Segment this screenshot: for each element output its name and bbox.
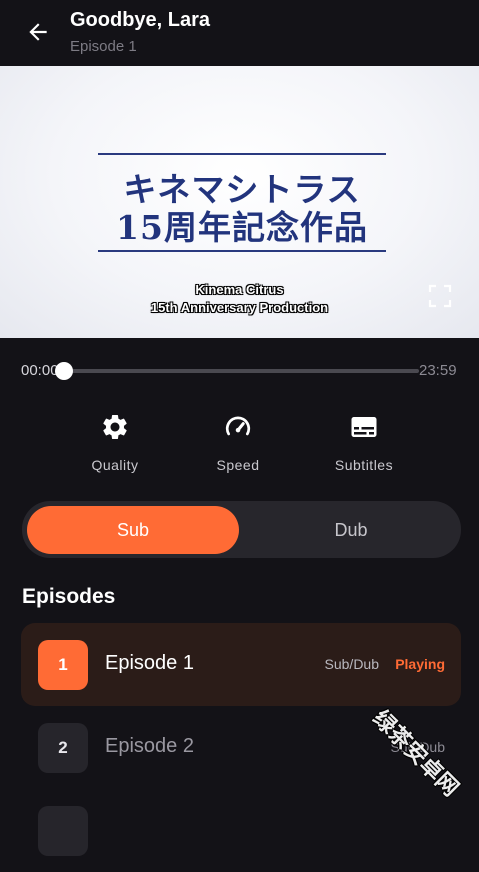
seek-bar[interactable] <box>62 369 419 373</box>
sub-option[interactable]: Sub <box>27 506 239 554</box>
dub-option[interactable]: Dub <box>245 506 457 554</box>
fullscreen-icon <box>428 284 452 308</box>
gear-icon <box>65 410 165 444</box>
speed-label: Speed <box>216 457 260 473</box>
video-title-line-2: 15周年記念作品 <box>116 208 368 247</box>
now-playing-badge: Playing <box>395 656 445 672</box>
episode-subtitle: Episode 1 <box>70 38 137 55</box>
current-time: 00:00 <box>21 362 59 379</box>
total-time: 23:59 <box>419 362 457 379</box>
episode-title: Episode 1 <box>105 652 194 674</box>
subtitles-icon <box>314 410 414 444</box>
back-button[interactable] <box>20 14 56 50</box>
episode-number-badge: 1 <box>38 640 88 690</box>
audio-mode-toggle: Sub Dub <box>22 501 461 558</box>
speedometer-icon <box>188 410 288 444</box>
arrow-left-icon <box>29 23 47 41</box>
episode-title: Episode 2 <box>105 735 194 757</box>
video-player[interactable]: キネマシトラス 15周年記念作品 Kinema Citrus 15th Anni… <box>0 66 479 338</box>
episode-number-badge: 2 <box>38 723 88 773</box>
episode-number-badge <box>38 806 88 856</box>
video-title-card: キネマシトラス 15周年記念作品 <box>98 153 386 252</box>
episode-audio-type: Sub/Dub <box>324 656 379 672</box>
subtitle-caption-line-1: Kinema Citrus <box>195 282 284 297</box>
subtitles-label: Subtitles <box>334 457 394 473</box>
subtitles-button[interactable]: Subtitles <box>314 410 414 473</box>
speed-button[interactable]: Speed <box>188 410 288 473</box>
episode-item[interactable]: 1 Episode 1 Sub/Dub Playing <box>21 623 461 706</box>
quality-button[interactable]: Quality <box>65 410 165 473</box>
top-bar: Goodbye, Lara Episode 1 <box>0 0 479 66</box>
seek-thumb[interactable] <box>55 362 73 380</box>
fullscreen-button[interactable] <box>428 284 452 308</box>
quality-label: Quality <box>91 457 139 473</box>
subtitle-caption-line-2: 15th Anniversary Production <box>150 300 329 315</box>
page-title: Goodbye, Lara <box>70 9 211 31</box>
episodes-heading: Episodes <box>22 585 116 608</box>
